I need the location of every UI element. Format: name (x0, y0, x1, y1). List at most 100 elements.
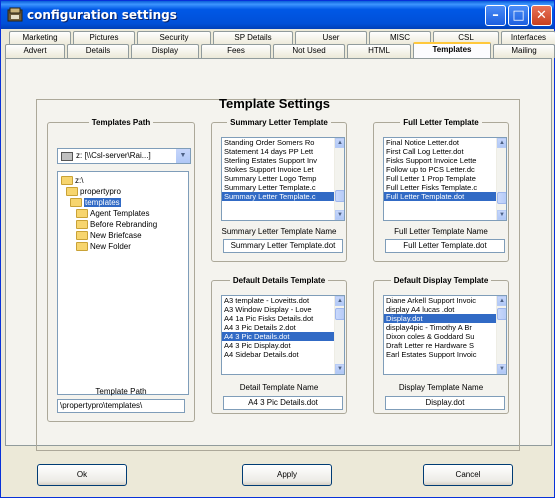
window-title: configuration settings (27, 8, 177, 22)
tree-item[interactable]: Agent Templates (76, 208, 149, 219)
list-item[interactable]: A3 Window Display - Love (222, 305, 344, 314)
scroll-thumb[interactable] (497, 192, 506, 204)
list-item[interactable]: Diane Arkell Support Invoic (384, 296, 506, 305)
close-icon: ✕ (536, 8, 547, 23)
scroll-up-icon[interactable]: ▲ (497, 138, 506, 148)
tab-details[interactable]: Details (67, 44, 129, 58)
tree-item[interactable]: propertypro (66, 186, 121, 197)
tab-templates[interactable]: Templates (413, 42, 491, 58)
list-item[interactable]: Follow up to PCS Letter.dc (384, 165, 506, 174)
list-item[interactable]: display A4 lucas .dot (384, 305, 506, 314)
list-item[interactable]: A4 Sidebar Details.dot (222, 350, 344, 359)
list-item[interactable]: Final Notice Letter.dot (384, 138, 506, 147)
display-template-list[interactable]: Diane Arkell Support Invoic display A4 l… (383, 295, 507, 375)
list-item[interactable]: A4 3 Pic Display.dot (222, 341, 344, 350)
template-path-label: Template Path (95, 387, 147, 396)
tab-not-used[interactable]: Not Used (273, 44, 345, 58)
display-scrollbar[interactable]: ▲ ▼ (496, 296, 506, 374)
cancel-button[interactable]: Cancel (423, 464, 513, 486)
tab-mailing[interactable]: Mailing (493, 44, 555, 58)
apply-button[interactable]: Apply (242, 464, 332, 486)
summary-scrollbar[interactable]: ▲ ▼ (334, 138, 344, 220)
maximize-icon: □ (512, 8, 525, 23)
display-template-title: Default Display Template (390, 276, 492, 285)
details-template-list[interactable]: A3 template - Loveitts.dot A3 Window Dis… (221, 295, 345, 375)
tree-item-selected[interactable]: templates (70, 197, 121, 208)
list-item[interactable]: Earl Estates Support Invoic (384, 350, 506, 359)
list-item-selected[interactable]: Display.dot (384, 314, 506, 323)
template-path-field[interactable]: \propertypro\templates\ (57, 399, 185, 413)
ok-button[interactable]: Ok (37, 464, 127, 486)
tree-item[interactable]: Before Rebranding (76, 219, 157, 230)
minimize-icon: – (492, 8, 499, 23)
maximize-button[interactable]: □ (508, 5, 529, 26)
list-item[interactable]: Summary Letter Template.c (222, 183, 344, 192)
tab-display[interactable]: Display (131, 44, 199, 58)
scroll-down-icon[interactable]: ▼ (497, 210, 506, 220)
scroll-up-icon[interactable]: ▲ (335, 138, 344, 148)
list-item-selected[interactable]: A4 3 Pic Details.dot (222, 332, 344, 341)
tab-pictures[interactable]: Pictures (73, 31, 135, 45)
list-item[interactable]: Full Letter Fisks Template.c (384, 183, 506, 192)
summary-template-list[interactable]: Standing Order Somers Ro Statement 14 da… (221, 137, 345, 221)
list-item[interactable]: display4pic - Timothy A Br (384, 323, 506, 332)
network-drive-icon (61, 152, 73, 161)
tree-item[interactable]: New Briefcase (76, 230, 142, 241)
summary-name-field[interactable]: Summary Letter Template.dot (223, 239, 343, 253)
list-item-selected[interactable]: Full Letter Template.dot (384, 192, 506, 201)
list-item[interactable]: A4 1a Pic Fisks Details.dot (222, 314, 344, 323)
list-item-selected[interactable]: Summary Letter Template.c (222, 192, 344, 201)
scroll-thumb[interactable] (335, 190, 344, 202)
page-heading: Template Settings (218, 96, 330, 111)
scroll-up-icon[interactable]: ▲ (335, 296, 344, 306)
list-item[interactable]: Sterling Estates Support Inv (222, 156, 344, 165)
summary-name-label: Summary Letter Template Name (221, 227, 337, 236)
list-item[interactable]: Fisks Support Invoice Lette (384, 156, 506, 165)
details-name-field[interactable]: A4 3 Pic Details.dot (223, 396, 343, 410)
tab-security[interactable]: Security (137, 31, 211, 45)
display-name-field[interactable]: Display.dot (385, 396, 505, 410)
scroll-down-icon[interactable]: ▼ (335, 210, 344, 220)
scroll-thumb[interactable] (497, 308, 506, 320)
tree-item[interactable]: z:\ (61, 175, 83, 186)
list-item[interactable]: Summary Letter Logo Temp (222, 174, 344, 183)
scroll-down-icon[interactable]: ▼ (497, 364, 506, 374)
tab-sp-details[interactable]: SP Details (213, 31, 293, 45)
full-template-title: Full Letter Template (400, 118, 482, 127)
list-item[interactable]: Draft Letter re Hardware S (384, 341, 506, 350)
full-template-list[interactable]: Final Notice Letter.dot First Call Log L… (383, 137, 507, 221)
list-item[interactable]: A3 template - Loveitts.dot (222, 296, 344, 305)
folder-tree[interactable]: z:\ propertypro templates Agent Template… (57, 171, 189, 395)
close-button[interactable]: ✕ (531, 5, 552, 26)
tab-user[interactable]: User (295, 31, 367, 45)
tab-marketing[interactable]: Marketing (9, 31, 71, 45)
folder-icon (76, 231, 88, 241)
list-item[interactable]: A4 3 Pic Details 2.dot (222, 323, 344, 332)
list-item[interactable]: Full Letter 1 Prop Template (384, 174, 506, 183)
configuration-window: configuration settings – □ ✕ Marketing P… (0, 0, 555, 498)
drive-select[interactable]: z: [\\Csl-server\Rai...] ▼ (57, 148, 191, 164)
chevron-down-icon[interactable]: ▼ (176, 149, 190, 163)
list-item[interactable]: Statement 14 days PP Lett (222, 147, 344, 156)
tab-fees[interactable]: Fees (201, 44, 271, 58)
list-item[interactable]: Standing Order Somers Ro (222, 138, 344, 147)
tab-advert[interactable]: Advert (5, 44, 65, 58)
minimize-button[interactable]: – (485, 5, 506, 26)
templates-path-title: Templates Path (88, 118, 154, 127)
scroll-down-icon[interactable]: ▼ (335, 364, 344, 374)
title-bar[interactable]: configuration settings – □ ✕ (1, 1, 554, 29)
list-item[interactable]: Dixon coles & Goddard Su (384, 332, 506, 341)
full-name-field[interactable]: Full Letter Template.dot (385, 239, 505, 253)
tab-interfaces[interactable]: Interfaces (501, 31, 555, 45)
details-name-label: Detail Template Name (239, 383, 319, 392)
app-icon (7, 7, 23, 22)
scroll-thumb[interactable] (335, 308, 344, 320)
scroll-up-icon[interactable]: ▲ (497, 296, 506, 306)
full-scrollbar[interactable]: ▲ ▼ (496, 138, 506, 220)
details-scrollbar[interactable]: ▲ ▼ (334, 296, 344, 374)
summary-template-title: Summary Letter Template (227, 118, 331, 127)
tree-item[interactable]: New Folder (76, 241, 131, 252)
list-item[interactable]: Stokes Support Invoice Let (222, 165, 344, 174)
tab-html[interactable]: HTML (347, 44, 411, 58)
list-item[interactable]: First Call Log Letter.dot (384, 147, 506, 156)
